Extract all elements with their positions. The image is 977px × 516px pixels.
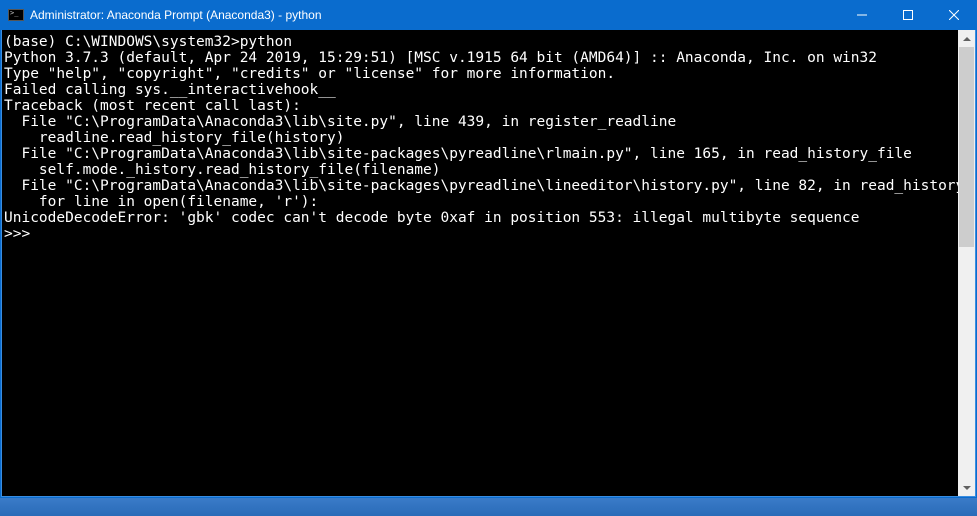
terminal-line: readline.read_history_file(history) xyxy=(4,130,958,146)
scroll-down-button[interactable] xyxy=(958,479,975,496)
terminal-output[interactable]: (base) C:\WINDOWS\system32>pythonPython … xyxy=(2,30,958,496)
client-area: (base) C:\WINDOWS\system32>pythonPython … xyxy=(1,30,976,497)
window-title: Administrator: Anaconda Prompt (Anaconda… xyxy=(30,8,839,22)
terminal-line: Failed calling sys.__interactivehook__ xyxy=(4,82,958,98)
vertical-scrollbar[interactable] xyxy=(958,30,975,496)
terminal-line: File "C:\ProgramData\Anaconda3\lib\site.… xyxy=(4,114,958,130)
close-icon xyxy=(949,10,959,20)
maximize-button[interactable] xyxy=(885,0,931,30)
window-titlebar[interactable]: Administrator: Anaconda Prompt (Anaconda… xyxy=(0,0,977,30)
terminal-line: Type "help", "copyright", "credits" or "… xyxy=(4,66,958,82)
minimize-button[interactable] xyxy=(839,0,885,30)
terminal-line: File "C:\ProgramData\Anaconda3\lib\site-… xyxy=(4,146,958,162)
terminal-line: File "C:\ProgramData\Anaconda3\lib\site-… xyxy=(4,178,958,194)
terminal-line: for line in open(filename, 'r'): xyxy=(4,194,958,210)
terminal-line: Traceback (most recent call last): xyxy=(4,98,958,114)
terminal-line: self.mode._history.read_history_file(fil… xyxy=(4,162,958,178)
app-icon xyxy=(8,9,24,21)
chevron-up-icon xyxy=(963,37,971,41)
chevron-down-icon xyxy=(963,486,971,490)
minimize-icon xyxy=(857,10,867,20)
terminal-line: Python 3.7.3 (default, Apr 24 2019, 15:2… xyxy=(4,50,958,66)
scroll-up-button[interactable] xyxy=(958,30,975,47)
window-controls xyxy=(839,0,977,30)
maximize-icon xyxy=(903,10,913,20)
close-button[interactable] xyxy=(931,0,977,30)
taskbar-sliver xyxy=(0,498,977,516)
anaconda-prompt-window: Administrator: Anaconda Prompt (Anaconda… xyxy=(0,0,977,498)
scroll-thumb[interactable] xyxy=(959,47,974,247)
terminal-line: >>> xyxy=(4,226,958,242)
terminal-line: UnicodeDecodeError: 'gbk' codec can't de… xyxy=(4,210,958,226)
terminal-line: (base) C:\WINDOWS\system32>python xyxy=(4,34,958,50)
